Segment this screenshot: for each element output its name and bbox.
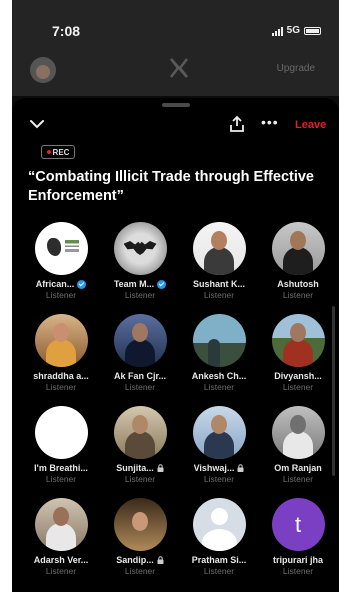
lock-icon [157, 464, 164, 472]
sheet-drag-handle[interactable] [162, 103, 190, 107]
participant-avatar [192, 314, 246, 367]
participant-avatar [113, 222, 167, 275]
participant-name: Pratham Si... [191, 555, 247, 565]
participant[interactable]: Adarsh Ver... Listener [22, 498, 100, 590]
battery-icon [304, 26, 321, 35]
rec-badge: REC [41, 145, 75, 159]
participant-role: Listener [203, 474, 235, 484]
participant[interactable]: Om Ranjan Listener [259, 406, 337, 498]
participant[interactable]: I'm Breathi... Listener [22, 406, 100, 498]
space-title: “Combating Illicit Trade through Effecti… [28, 169, 314, 204]
participant-avatar [113, 498, 167, 551]
participant-name: Divyansh... [274, 371, 322, 381]
participant-role: Listener [203, 566, 235, 576]
participant-name: Adarsh Ver... [33, 555, 89, 565]
participant[interactable]: Ashutosh Listener [259, 222, 337, 314]
participant-avatar [113, 406, 167, 459]
participant-name: Om Ranjan [274, 463, 322, 473]
profile-avatar[interactable] [30, 57, 56, 83]
participant-name: Sushant K... [192, 279, 245, 289]
participant[interactable]: Sandip... Listener [101, 498, 179, 590]
participant-name: Ashutosh [277, 279, 319, 289]
participant-role: Listener [203, 290, 235, 300]
participant-name: shraddha a... [33, 371, 89, 381]
status-time: 7:08 [52, 23, 81, 39]
participant-name: Ak Fan Cjr... [113, 371, 166, 381]
x-logo-icon [170, 58, 188, 78]
participant-avatar [34, 222, 88, 275]
participant-role: Listener [282, 382, 314, 392]
participant[interactable]: African... Listener [22, 222, 100, 314]
participant[interactable]: t tripurari jha Listener [259, 498, 337, 590]
participant-role: Listener [282, 566, 314, 576]
participant-avatar [34, 406, 88, 459]
rec-dot-icon [46, 150, 51, 154]
participant-name: I'm Breathi... [34, 463, 88, 473]
participant-name: Vishwaj... [193, 463, 235, 473]
participant-role: Listener [45, 474, 77, 484]
participant-role: Listener [124, 474, 156, 484]
upgrade-link[interactable]: Upgrade [277, 63, 315, 74]
participant-avatar [271, 314, 325, 367]
verified-badge-icon [157, 279, 167, 289]
participant-avatar [113, 314, 167, 367]
right-edge [339, 0, 351, 592]
share-icon[interactable] [228, 115, 246, 133]
participant-name: tripurari jha [272, 555, 323, 565]
participant-role: Listener [124, 290, 156, 300]
verified-badge-icon [77, 279, 87, 289]
participant-avatar: t [271, 498, 325, 551]
participants-grid: African... Listener Team M... Listener S… [22, 222, 336, 590]
participant-role: Listener [124, 566, 156, 576]
scrollbar[interactable] [332, 306, 335, 476]
participant-role: Listener [282, 474, 314, 484]
lock-icon [237, 464, 244, 472]
avatar-letter: t [294, 511, 302, 537]
chevron-down-icon[interactable] [29, 118, 45, 130]
participant-avatar [192, 222, 246, 275]
participant[interactable]: Pratham Si... Listener [180, 498, 258, 590]
space-sheet: ••• Leave REC “Combating Illicit Trade t… [12, 98, 339, 592]
participant-avatar [271, 406, 325, 459]
participant[interactable]: Ankesh Ch... Listener [180, 314, 258, 406]
participant-avatar [34, 314, 88, 367]
rec-label: REC [52, 147, 70, 157]
lock-icon [157, 556, 164, 564]
participant-name: Ankesh Ch... [191, 371, 247, 381]
participant[interactable]: Sushant K... Listener [180, 222, 258, 314]
participant[interactable]: Vishwaj... Listener [180, 406, 258, 498]
participant-role: Listener [45, 382, 77, 392]
left-edge [0, 0, 12, 592]
participant-name: Sunjita... [116, 463, 154, 473]
more-icon[interactable]: ••• [261, 114, 279, 130]
participant[interactable]: Sunjita... Listener [101, 406, 179, 498]
participant[interactable]: Ak Fan Cjr... Listener [101, 314, 179, 406]
participant-avatar [34, 498, 88, 551]
phone-screen: 7:08 5G Upgrade ••• Leave REC “Combating… [12, 0, 339, 592]
participant-name: African... [35, 279, 75, 289]
signal-icon [271, 26, 283, 36]
participant-avatar [271, 222, 325, 275]
participant-name: Team M... [113, 279, 155, 289]
participant[interactable]: Divyansh... Listener [259, 314, 337, 406]
participant-name: Sandip... [116, 555, 154, 565]
participant[interactable]: shraddha a... Listener [22, 314, 100, 406]
status-bar: 7:08 5G [12, 0, 339, 46]
participant-role: Listener [45, 290, 77, 300]
participant-role: Listener [203, 382, 235, 392]
participant-avatar [192, 498, 246, 551]
network-label: 5G [286, 25, 300, 36]
participant-avatar [192, 406, 246, 459]
participant-role: Listener [124, 382, 156, 392]
participant[interactable]: Team M... Listener [101, 222, 179, 314]
app-bar: Upgrade [12, 46, 339, 96]
participant-role: Listener [45, 566, 77, 576]
participant-role: Listener [282, 290, 314, 300]
leave-button[interactable]: Leave [295, 119, 326, 131]
status-icons: 5G [271, 25, 321, 36]
